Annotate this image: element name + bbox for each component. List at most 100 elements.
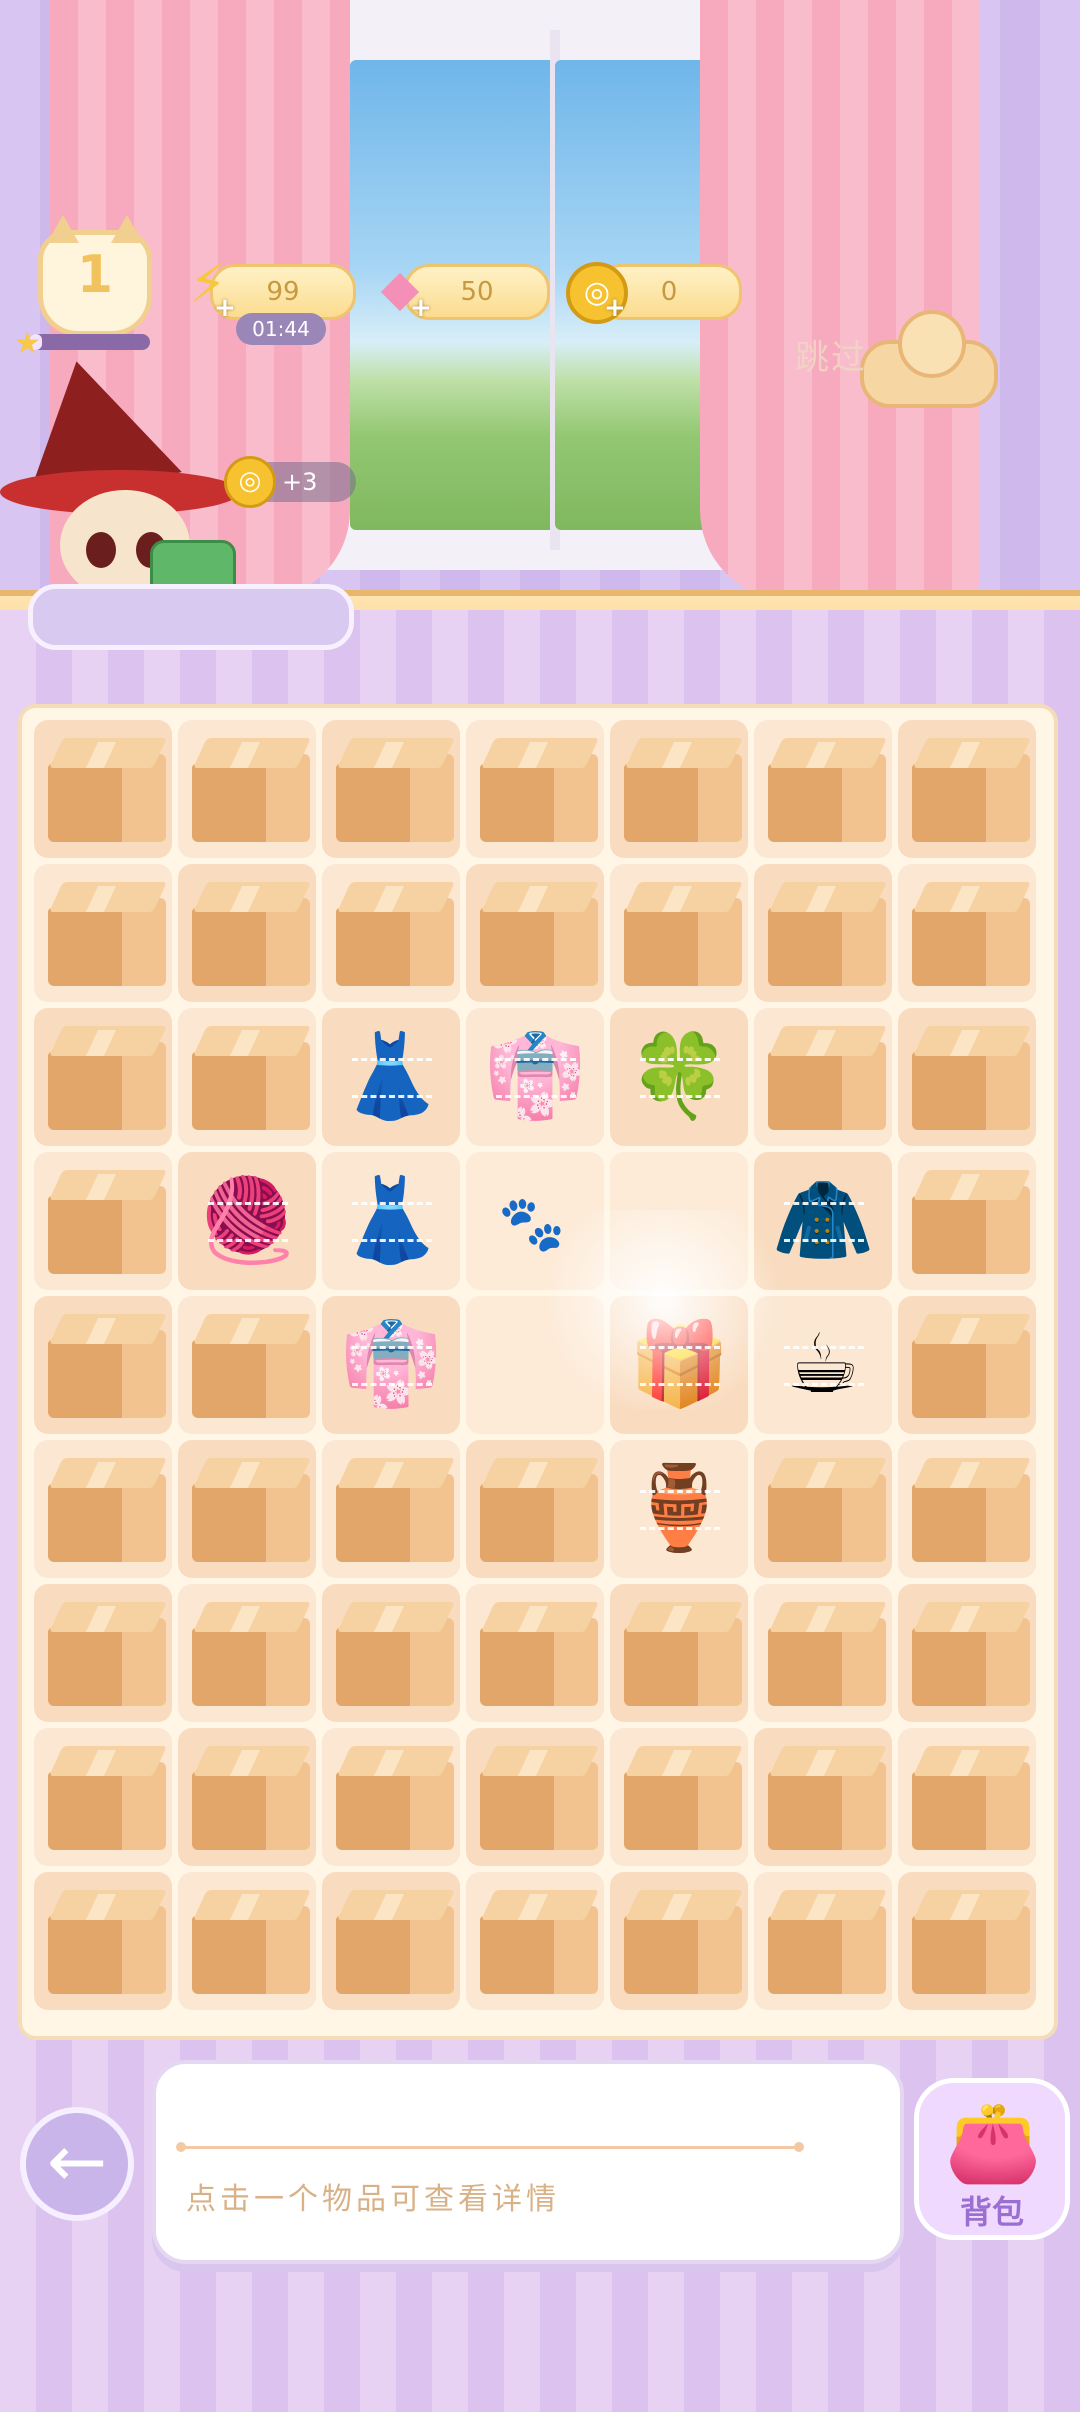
- skip-button[interactable]: 跳过: [795, 330, 867, 379]
- box-front: [768, 764, 842, 842]
- box-front: [48, 1772, 122, 1850]
- cardboard-box-icon: [912, 738, 1031, 842]
- board-cell[interactable]: [34, 1296, 172, 1434]
- board-cell[interactable]: [754, 864, 892, 1002]
- cardboard-box-icon: [192, 1746, 311, 1850]
- board-cell[interactable]: [898, 1584, 1036, 1722]
- curtain-right: [700, 0, 980, 600]
- board-cell[interactable]: [34, 1008, 172, 1146]
- board-cell[interactable]: [178, 1296, 316, 1434]
- cardboard-box-icon: [912, 882, 1031, 986]
- board-cell[interactable]: 👗: [322, 1008, 460, 1146]
- board-cell[interactable]: [178, 1584, 316, 1722]
- box-front: [768, 908, 842, 986]
- board-cell[interactable]: [754, 1440, 892, 1578]
- cardboard-box-icon: [912, 1026, 1031, 1130]
- bag-button[interactable]: 👛 背包: [914, 2078, 1070, 2240]
- board-cell[interactable]: [754, 1872, 892, 2010]
- board-cell[interactable]: [34, 1152, 172, 1290]
- add-gems-icon[interactable]: +: [410, 295, 434, 321]
- board-cell[interactable]: [466, 1728, 604, 1866]
- cardboard-box-icon: [768, 1746, 887, 1850]
- box-front: [48, 1052, 122, 1130]
- board-cell[interactable]: [466, 864, 604, 1002]
- board-cell[interactable]: [754, 1728, 892, 1866]
- board-cell[interactable]: [754, 720, 892, 858]
- board-cell[interactable]: 👗: [322, 1152, 460, 1290]
- cobweb-overlay: [352, 1058, 432, 1098]
- box-front: [48, 908, 122, 986]
- order-reward: ◎ +3: [224, 456, 356, 508]
- board-cell[interactable]: [466, 1872, 604, 2010]
- back-button[interactable]: ←: [20, 2107, 134, 2221]
- level-badge[interactable]: 1: [38, 215, 152, 336]
- cobweb-overlay: [640, 1058, 720, 1098]
- board-cell[interactable]: [322, 1872, 460, 2010]
- board-cell[interactable]: [178, 1728, 316, 1866]
- board-cell[interactable]: 👘: [466, 1008, 604, 1146]
- board-cell[interactable]: [322, 720, 460, 858]
- board-cell[interactable]: [34, 720, 172, 858]
- board-cell[interactable]: [898, 1728, 1036, 1866]
- board-cell[interactable]: 🧶: [178, 1152, 316, 1290]
- board-cell[interactable]: [466, 1584, 604, 1722]
- board-cell[interactable]: [178, 1440, 316, 1578]
- cardboard-box-icon: [48, 1026, 167, 1130]
- board-cell[interactable]: [178, 1008, 316, 1146]
- board-cell[interactable]: [466, 1440, 604, 1578]
- cardboard-box-icon: [336, 1890, 455, 1994]
- board-cell[interactable]: [898, 720, 1036, 858]
- box-front: [912, 908, 986, 986]
- board-cell[interactable]: [610, 720, 748, 858]
- board-cell[interactable]: [178, 720, 316, 858]
- board-cell[interactable]: [34, 1872, 172, 2010]
- board-cell[interactable]: [754, 1008, 892, 1146]
- board-cell[interactable]: [322, 1584, 460, 1722]
- board-cell[interactable]: [34, 1728, 172, 1866]
- board-cell[interactable]: [610, 1728, 748, 1866]
- arrow-left-icon: ←: [46, 2119, 108, 2203]
- cardboard-box-icon: [192, 1890, 311, 1994]
- add-energy-icon[interactable]: +: [214, 295, 238, 321]
- board-cell[interactable]: [610, 1872, 748, 2010]
- box-front: [624, 1772, 698, 1850]
- board-cell[interactable]: [178, 1872, 316, 2010]
- board-cell[interactable]: [34, 1584, 172, 1722]
- board-cell[interactable]: [898, 1152, 1036, 1290]
- board-cell[interactable]: [898, 1296, 1036, 1434]
- board-cell[interactable]: [610, 864, 748, 1002]
- board-cell[interactable]: [178, 864, 316, 1002]
- box-front: [48, 764, 122, 842]
- board-cell[interactable]: 🍀: [610, 1008, 748, 1146]
- add-coins-icon[interactable]: +: [604, 295, 628, 321]
- board-cell[interactable]: [898, 1008, 1036, 1146]
- board-cell[interactable]: [322, 864, 460, 1002]
- board-cell[interactable]: [34, 864, 172, 1002]
- energy-value: 99: [266, 277, 300, 307]
- board-cell[interactable]: [754, 1584, 892, 1722]
- board-cell[interactable]: [322, 1728, 460, 1866]
- board-cell[interactable]: [898, 864, 1036, 1002]
- board-cell[interactable]: [322, 1440, 460, 1578]
- box-front: [336, 1916, 410, 1994]
- cardboard-box-icon: [912, 1170, 1031, 1274]
- cardboard-box-icon: [192, 1602, 311, 1706]
- cardboard-box-icon: [624, 1890, 743, 1994]
- board-cell[interactable]: [466, 720, 604, 858]
- box-front: [336, 1484, 410, 1562]
- box-front: [624, 764, 698, 842]
- board-cell[interactable]: [610, 1584, 748, 1722]
- cardboard-box-icon: [480, 738, 599, 842]
- cobweb-overlay: [496, 1058, 576, 1098]
- box-front: [768, 1484, 842, 1562]
- gem-value: 50: [460, 277, 494, 307]
- board-cell[interactable]: 👘: [322, 1296, 460, 1434]
- box-front: [192, 1916, 266, 1994]
- box-front: [768, 1916, 842, 1994]
- cardboard-box-icon: [48, 1602, 167, 1706]
- board-cell[interactable]: [34, 1440, 172, 1578]
- board-cell[interactable]: 🏺: [610, 1440, 748, 1578]
- board-cell[interactable]: [898, 1440, 1036, 1578]
- box-front: [912, 1628, 986, 1706]
- board-cell[interactable]: [898, 1872, 1036, 2010]
